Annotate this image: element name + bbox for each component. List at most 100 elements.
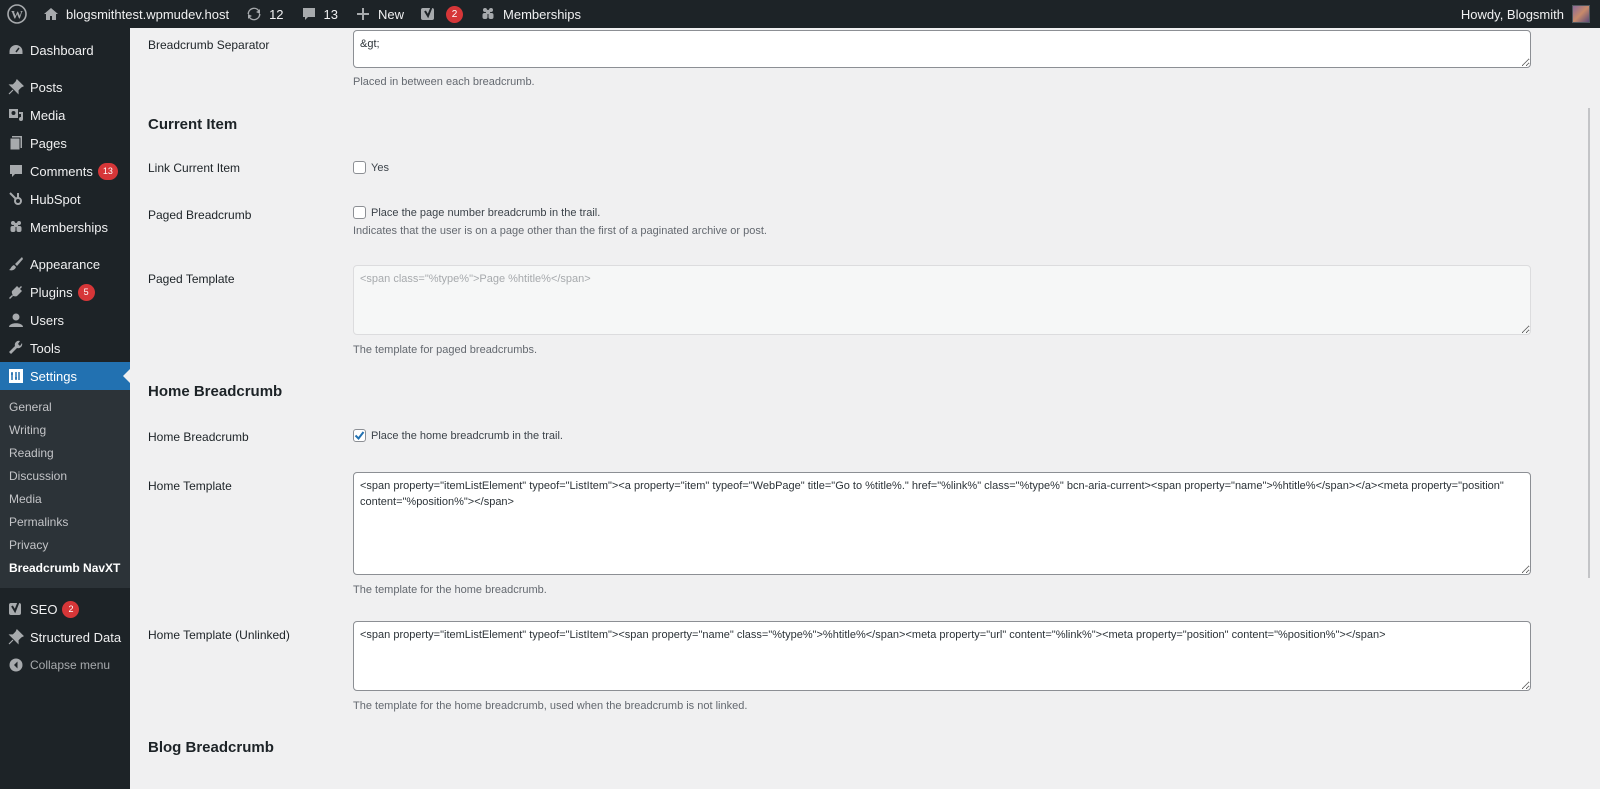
plugins-badge: 5 <box>77 283 95 301</box>
submenu-item-breadcrumb-navxt[interactable]: Breadcrumb NavXT <box>0 557 130 580</box>
paged-template-field: <span class="%type%">Page %htitle%</span… <box>353 265 1531 356</box>
home-breadcrumb-field: Place the home breadcrumb in the trail. <box>353 429 563 442</box>
settings-submenu: General Writing Reading Discussion Media… <box>0 390 130 588</box>
sidebar-item-settings[interactable]: Settings <box>0 362 130 390</box>
sidebar-item-label: Memberships <box>30 219 109 235</box>
memberships-icon <box>479 5 497 23</box>
sidebar-item-label: Comments <box>30 163 93 179</box>
sidebar-item-label: Dashboard <box>30 42 94 58</box>
sidebar-item-label: Pages <box>30 135 67 151</box>
sidebar-item-dashboard[interactable]: Dashboard <box>0 36 130 64</box>
home-template-textarea[interactable]: <span property="itemListElement" typeof=… <box>353 472 1531 575</box>
link-current-item-label: Link Current Item <box>148 161 241 175</box>
site-name-link[interactable]: blogsmithtest.wpmudev.host <box>34 0 237 28</box>
paged-breadcrumb-option[interactable]: Place the page number breadcrumb in the … <box>353 206 767 219</box>
sidebar-item-media[interactable]: Media <box>0 101 130 129</box>
sidebar-item-plugins[interactable]: Plugins 5 <box>0 278 130 306</box>
admin-bar: W blogsmithtest.wpmudev.host 12 13 New 2… <box>0 0 1600 28</box>
updates-icon <box>245 5 263 23</box>
separator-label: Breadcrumb Separator <box>148 38 270 52</box>
wordpress-logo-button[interactable]: W <box>0 0 34 28</box>
home-template-field: <span property="itemListElement" typeof=… <box>353 472 1531 596</box>
home-breadcrumb-checkbox-label: Place the home breadcrumb in the trail. <box>371 429 563 442</box>
dashboard-icon <box>8 42 24 58</box>
seo-menu-button[interactable]: 2 <box>412 0 471 28</box>
collapse-icon <box>8 657 24 673</box>
yoast-icon <box>420 5 438 23</box>
separator-description: Placed in between each breadcrumb. <box>353 76 535 88</box>
media-icon <box>8 107 24 123</box>
sidebar-item-users[interactable]: Users <box>0 306 130 334</box>
paged-template-textarea[interactable]: <span class="%type%">Page %htitle%</span… <box>353 265 1531 335</box>
my-account-menu[interactable]: Howdy, Blogsmith <box>1453 0 1600 28</box>
avatar <box>1572 5 1590 23</box>
pin-icon <box>8 629 24 645</box>
settings-icon <box>8 368 24 384</box>
sidebar-item-label: Plugins <box>30 284 73 300</box>
sidebar-item-comments[interactable]: Comments 13 <box>0 157 130 185</box>
memberships-icon <box>8 219 24 235</box>
sidebar-item-tools[interactable]: Tools <box>0 334 130 362</box>
paged-template-description: The template for paged breadcrumbs. <box>353 344 538 356</box>
home-icon <box>42 5 60 23</box>
pin-icon <box>8 79 24 95</box>
scrollbar[interactable] <box>1588 108 1590 578</box>
wordpress-logo-icon: W <box>7 4 27 24</box>
sidebar-item-structured-data[interactable]: Structured Data <box>0 623 130 651</box>
submenu-item-permalinks[interactable]: Permalinks <box>0 511 130 534</box>
sidebar-item-label: Posts <box>30 79 63 95</box>
sidebar-item-label: HubSpot <box>30 191 81 207</box>
link-current-item-checkbox[interactable] <box>353 161 366 174</box>
home-breadcrumb-checkbox[interactable] <box>353 429 366 442</box>
seo-badge: 2 <box>62 600 80 618</box>
sidebar-item-pages[interactable]: Pages <box>0 129 130 157</box>
user-icon <box>8 312 24 328</box>
sidebar-item-seo[interactable]: SEO 2 <box>0 595 130 623</box>
collapse-menu-button[interactable]: Collapse menu <box>0 651 130 679</box>
memberships-link[interactable]: Memberships <box>471 0 589 28</box>
paged-breadcrumb-label: Paged Breadcrumb <box>148 208 252 222</box>
updates-link[interactable]: 12 <box>237 0 291 28</box>
submenu-item-privacy[interactable]: Privacy <box>0 534 130 557</box>
home-breadcrumb-option[interactable]: Place the home breadcrumb in the trail. <box>353 429 563 442</box>
home-template-unlinked-textarea[interactable]: <span property="itemListElement" typeof=… <box>353 621 1531 691</box>
submenu-item-writing[interactable]: Writing <box>0 419 130 442</box>
submenu-item-reading[interactable]: Reading <box>0 442 130 465</box>
yoast-icon <box>8 601 24 617</box>
sidebar-item-appearance[interactable]: Appearance <box>0 250 130 278</box>
link-current-item-option[interactable]: Yes <box>353 161 389 174</box>
home-template-unlinked-label: Home Template (Unlinked) <box>148 628 290 642</box>
hubspot-icon <box>8 191 24 207</box>
updates-count: 12 <box>269 6 284 22</box>
comments-link[interactable]: 13 <box>292 0 346 28</box>
home-breadcrumb-label: Home Breadcrumb <box>148 430 249 444</box>
submenu-item-general[interactable]: General <box>0 396 130 419</box>
separator-textarea[interactable]: &gt; <box>353 30 1531 68</box>
link-current-item-checkbox-label: Yes <box>371 161 389 174</box>
sidebar-item-label: Media <box>30 107 66 123</box>
new-label: New <box>378 6 405 22</box>
site-name: blogsmithtest.wpmudev.host <box>66 6 230 22</box>
comments-count: 13 <box>323 6 338 22</box>
submenu-item-discussion[interactable]: Discussion <box>0 465 130 488</box>
pages-icon <box>8 135 24 151</box>
plugin-icon <box>8 284 24 300</box>
paged-breadcrumb-checkbox-label: Place the page number breadcrumb in the … <box>371 206 601 219</box>
home-template-unlinked-description: The template for the home breadcrumb, us… <box>353 700 748 712</box>
memberships-label: Memberships <box>503 6 582 22</box>
home-template-label: Home Template <box>148 479 232 493</box>
paged-breadcrumb-checkbox[interactable] <box>353 206 366 219</box>
sidebar-item-memberships[interactable]: Memberships <box>0 213 130 241</box>
howdy-text: Howdy, Blogsmith <box>1460 6 1564 22</box>
submenu-item-media[interactable]: Media <box>0 488 130 511</box>
plus-icon <box>354 5 372 23</box>
comments-badge: 13 <box>97 162 118 180</box>
sidebar-item-label: Structured Data <box>30 629 122 645</box>
sidebar-item-posts[interactable]: Posts <box>0 73 130 101</box>
paged-template-label: Paged Template <box>148 272 235 286</box>
sidebar-item-hubspot[interactable]: HubSpot <box>0 185 130 213</box>
collapse-menu-label: Collapse menu <box>30 658 111 672</box>
new-content-button[interactable]: New <box>346 0 412 28</box>
paged-breadcrumb-field: Place the page number breadcrumb in the … <box>353 206 767 237</box>
sidebar-item-label: Users <box>30 312 64 328</box>
